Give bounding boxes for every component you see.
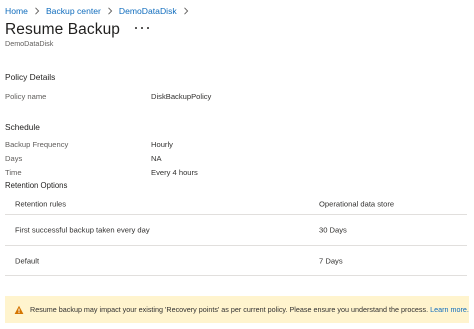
table-row: First successful backup taken every day …	[5, 215, 467, 246]
days-value: NA	[151, 154, 162, 163]
table-row: Default 7 Days	[5, 246, 467, 276]
retention-options-heading: Retention Options	[5, 181, 68, 190]
breadcrumb-demodatadisk-link[interactable]: DemoDataDisk	[119, 6, 177, 16]
warning-triangle-icon	[14, 305, 24, 315]
chevron-right-icon	[34, 7, 40, 15]
policy-name-value: DiskBackupPolicy	[151, 92, 212, 101]
chevron-right-icon	[183, 7, 189, 15]
breadcrumb-backup-center-link[interactable]: Backup center	[46, 6, 101, 16]
table-header: Retention rules Operational data store	[5, 194, 467, 215]
learn-more-link[interactable]: Learn more.	[430, 305, 469, 314]
retention-duration-cell: 30 Days	[319, 225, 347, 235]
retention-table: Retention rules Operational data store F…	[5, 194, 467, 276]
time-value: Every 4 hours	[151, 168, 198, 177]
policy-name-label: Policy name	[5, 92, 47, 101]
column-header-retention-rules: Retention rules	[15, 199, 67, 209]
breadcrumb: Home Backup center DemoDataDisk	[5, 4, 195, 18]
breadcrumb-home-link[interactable]: Home	[5, 6, 28, 16]
warning-banner: Resume backup may impact your existing '…	[5, 296, 469, 323]
page-title: Resume Backup	[5, 21, 121, 38]
schedule-heading: Schedule	[5, 122, 40, 132]
policy-details-heading: Policy Details	[5, 72, 56, 82]
column-header-operational-data-store: Operational data store	[319, 199, 395, 209]
more-horizontal-icon[interactable]	[135, 23, 150, 33]
backup-frequency-label: Backup Frequency	[5, 140, 69, 149]
time-label: Time	[5, 168, 22, 177]
chevron-right-icon	[107, 7, 113, 15]
retention-rule-cell: Default	[15, 256, 40, 265]
backup-frequency-value: Hourly	[151, 140, 173, 149]
warning-message: Resume backup may impact your existing '…	[30, 305, 469, 314]
retention-rule-cell: First successful backup taken every day	[15, 225, 150, 235]
page-subtitle: DemoDataDisk	[5, 39, 54, 48]
warning-text: Resume backup may impact your existing '…	[30, 305, 429, 314]
days-label: Days	[5, 154, 23, 163]
retention-duration-cell: 7 Days	[319, 256, 343, 265]
